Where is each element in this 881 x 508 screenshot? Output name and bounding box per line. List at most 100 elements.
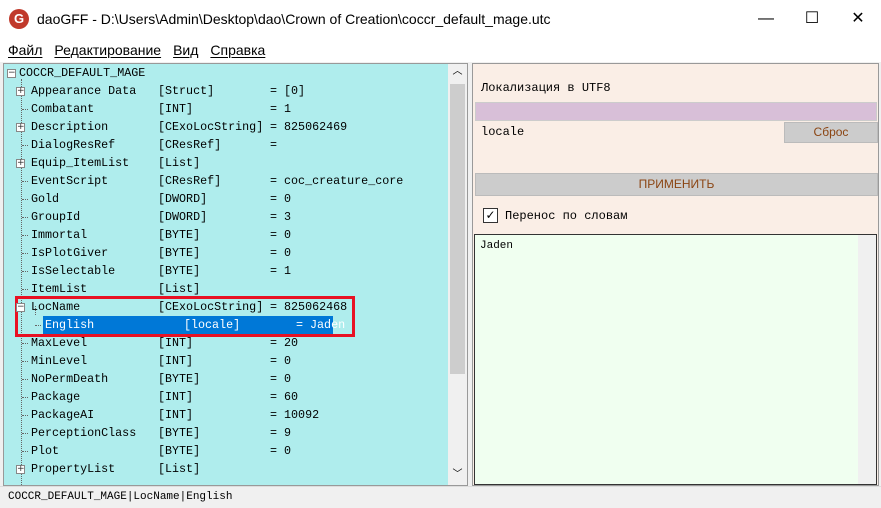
scroll-up-icon[interactable]: ︿ [448,64,467,82]
textarea-scrollbar[interactable] [858,235,876,484]
field-type: [BYTE] [158,372,201,386]
tree-row[interactable]: Equip_ItemList [List] [31,154,431,172]
title-bar: G daoGFF - D:\Users\Admin\Desktop\dao\Cr… [0,0,881,38]
tree-row[interactable]: PerceptionClass [BYTE] = 9 [31,424,431,442]
scroll-down-icon[interactable]: ﹀ [448,467,467,485]
tree-row[interactable]: LocName [CExoLocString] = 825062468 [31,298,431,316]
field-name: LocName [31,300,81,314]
field-type: [DWORD] [158,210,208,224]
collapse-icon[interactable]: − [16,303,25,312]
tree-connector [22,253,28,254]
tree-row[interactable]: NoPermDeath [BYTE] = 0 [31,370,431,388]
expand-icon[interactable]: + [16,159,25,168]
field-name: ItemList [31,282,88,296]
field-value: = 0 [270,192,292,206]
field-name: Plot [31,444,60,458]
tree-row[interactable]: Description [CExoLocString] = 825062469 [31,118,431,136]
tree-connector [22,397,28,398]
field-value: = Jaden [296,318,346,332]
field-type: [INT] [158,408,194,422]
tree-row[interactable]: Gold [DWORD] = 0 [31,190,431,208]
tree-connector [22,361,28,362]
apply-button[interactable]: ПРИМЕНИТЬ [475,173,878,196]
tree-row[interactable]: MinLevel [INT] = 0 [31,352,431,370]
field-value: = 1 [270,102,292,116]
field-type: [INT] [158,390,194,404]
field-name: Appearance Data [31,84,137,98]
expand-icon[interactable]: + [16,465,25,474]
menu-edit[interactable]: Редактирование [52,38,167,62]
word-wrap-checkbox[interactable]: ✓ [483,208,498,223]
tree-row[interactable]: Combatant [INT] = 1 [31,100,431,118]
field-name: EventScript [31,174,109,188]
field-value: = 1 [270,264,292,278]
field-type: [Struct] [158,84,215,98]
tree-row[interactable]: Immortal [BYTE] = 0 [31,226,431,244]
field-value: = 825062469 [270,120,348,134]
tree-line [21,79,22,485]
tree-connector [35,325,41,326]
tree-connector [22,199,28,200]
field-type: [List] [158,156,201,170]
field-name: MinLevel [31,354,88,368]
field-type: [BYTE] [158,444,201,458]
menu-help[interactable]: Справка [208,38,271,62]
tree-row[interactable]: IsSelectable [BYTE] = 1 [31,262,431,280]
tree-row[interactable]: GroupId [DWORD] = 3 [31,208,431,226]
app-icon: G [9,9,29,29]
field-name: Combatant [31,102,95,116]
tree-connector [22,415,28,416]
menu-view[interactable]: Вид [171,38,204,62]
gff-tree[interactable]: − COCCR_DEFAULT_MAGE ︿ ﹀ + Appearance Dat… [3,63,468,486]
field-type: [CResRef] [158,174,222,188]
tree-row[interactable]: English [locale] = Jaden [43,316,345,334]
tree-row[interactable]: IsPlotGiver [BYTE] = 0 [31,244,431,262]
tree-line [35,306,36,315]
field-value: = 0 [270,372,292,386]
tree-row[interactable]: DialogResRef [CResRef] = [31,136,431,154]
field-type: [List] [158,462,201,476]
collapse-icon[interactable]: − [7,69,16,78]
field-type: [INT] [158,102,194,116]
tree-connector [22,433,28,434]
scroll-thumb[interactable] [450,84,465,374]
locale-select[interactable] [475,102,877,121]
field-value: = 0 [270,354,292,368]
field-type: [locale] [184,318,241,332]
value-textarea[interactable]: Jaden [474,234,877,485]
tree-connector [22,271,28,272]
tree-row[interactable]: EventScript [CResRef] = coc_creature_core [31,172,431,190]
value-text: Jaden [480,240,514,252]
field-type: [BYTE] [158,246,201,260]
field-name: PropertyList [31,462,116,476]
field-value: = 3 [270,210,292,224]
tree-row[interactable]: PropertyList [List] [31,460,431,478]
expand-icon[interactable]: + [16,87,25,96]
field-type: [CExoLocString] [158,300,264,314]
expand-icon[interactable]: + [16,123,25,132]
tree-row[interactable]: Package [INT] = 60 [31,388,431,406]
tree-connector [22,235,28,236]
field-type: [CResRef] [158,138,222,152]
field-name: Immortal [31,228,88,242]
tree-connector [22,451,28,452]
field-type: [INT] [158,336,194,350]
tree-row[interactable]: MaxLevel [INT] = 20 [31,334,431,352]
tree-row[interactable]: ItemList [List] [31,280,431,298]
tree-connector [22,109,28,110]
field-type: [BYTE] [158,264,201,278]
field-name: Description [31,120,109,134]
tree-scrollbar[interactable]: ︿ ﹀ [448,64,467,485]
close-button[interactable]: ✕ [835,0,881,38]
tree-row[interactable]: PackageAI [INT] = 10092 [31,406,431,424]
menu-bar: Файл Редактирование Вид Справка [0,38,881,62]
tree-connector [22,217,28,218]
minimize-button[interactable]: — [743,0,789,38]
tree-root[interactable]: COCCR_DEFAULT_MAGE [19,64,145,82]
tree-row[interactable]: Plot [BYTE] = 0 [31,442,431,460]
reset-button[interactable]: Сброс [784,122,878,143]
menu-file[interactable]: Файл [6,38,48,62]
tree-row[interactable]: Appearance Data [Struct] = [0] [31,82,431,100]
word-wrap-label: Перенос по словам [505,209,628,223]
maximize-button[interactable]: ☐ [789,0,835,38]
